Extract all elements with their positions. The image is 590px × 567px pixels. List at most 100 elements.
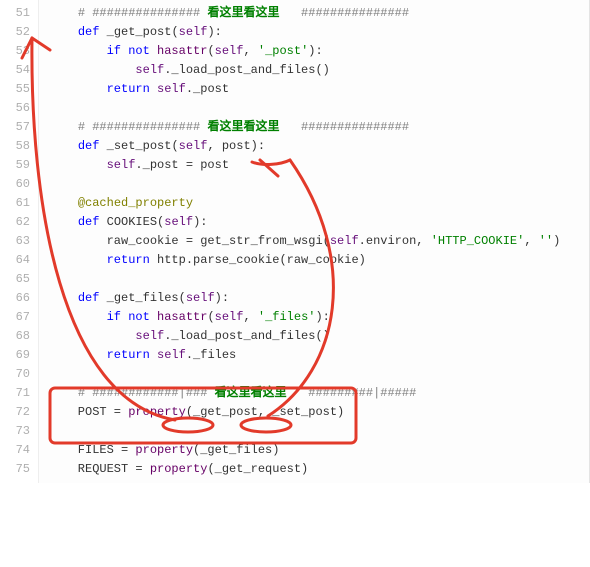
token: property [135, 443, 193, 457]
token: (_get_post, _set_post) [186, 405, 344, 419]
token: , post): [207, 139, 265, 153]
token: ): [207, 25, 221, 39]
line-number-gutter: 5152535455565758596061626364656667686970… [0, 0, 39, 483]
token: return [107, 82, 157, 96]
token: ( [207, 44, 214, 58]
line-number: 61 [6, 194, 30, 213]
token: (_get_files) [193, 443, 279, 457]
token [49, 120, 78, 134]
token [49, 215, 78, 229]
line-number: 51 [6, 4, 30, 23]
token: property [150, 462, 208, 476]
token: self [179, 139, 208, 153]
token: self [215, 44, 244, 58]
token [49, 196, 78, 210]
token: if not [107, 44, 157, 58]
token: property [128, 405, 186, 419]
code-line: FILES = property(_get_files) [49, 441, 589, 460]
token: _get_post [107, 25, 172, 39]
token: self [186, 291, 215, 305]
token [49, 329, 135, 343]
token: raw_cookie = get_str_from_wsgi( [49, 234, 330, 248]
token: '' [539, 234, 553, 248]
token: ): [215, 291, 229, 305]
token: ( [171, 139, 178, 153]
code-line: def _get_files(self): [49, 289, 589, 308]
code-line: @cached_property [49, 194, 589, 213]
line-number: 70 [6, 365, 30, 384]
token: ############### [279, 6, 409, 20]
token: ): [193, 215, 207, 229]
token: _set_post [107, 139, 172, 153]
token: self [157, 348, 186, 362]
token [49, 63, 135, 77]
token: hasattr [157, 44, 207, 58]
code-line [49, 270, 589, 289]
token: 'HTTP_COOKIE' [431, 234, 525, 248]
code-line: def COOKIES(self): [49, 213, 589, 232]
token: # ############### [78, 120, 208, 134]
token: # ############### [78, 6, 208, 20]
line-number: 64 [6, 251, 30, 270]
token: POST = [49, 405, 128, 419]
code-line: def _set_post(self, post): [49, 137, 589, 156]
token [49, 158, 107, 172]
line-number: 75 [6, 460, 30, 479]
token: ._load_post_and_files() [164, 329, 330, 343]
line-number: 63 [6, 232, 30, 251]
token: FILES = [49, 443, 135, 457]
token: http.parse_cookie(raw_cookie) [157, 253, 366, 267]
token: _get_files [107, 291, 179, 305]
line-number: 59 [6, 156, 30, 175]
token [49, 291, 78, 305]
line-number: 53 [6, 42, 30, 61]
token [49, 6, 78, 20]
token: ( [171, 25, 178, 39]
token: return [107, 253, 157, 267]
token: def [78, 25, 107, 39]
code-line [49, 175, 589, 194]
token: def [78, 139, 107, 153]
code-line: # ############|### 看这里看这里 #########|####… [49, 384, 589, 403]
code-line: return self._files [49, 346, 589, 365]
code-line: if not hasattr(self, '_files'): [49, 308, 589, 327]
line-number: 60 [6, 175, 30, 194]
code-line [49, 422, 589, 441]
code-line: self._post = post [49, 156, 589, 175]
token: ._post [186, 82, 229, 96]
line-number: 74 [6, 441, 30, 460]
token: ############### [279, 120, 409, 134]
token: hasattr [157, 310, 207, 324]
code-line: self._load_post_and_files() [49, 61, 589, 80]
token: def [78, 215, 107, 229]
line-number: 65 [6, 270, 30, 289]
token [49, 348, 107, 362]
line-number: 73 [6, 422, 30, 441]
token: , [243, 44, 257, 58]
token: #########|##### [287, 386, 417, 400]
code-line [49, 365, 589, 384]
token: self [330, 234, 359, 248]
token [49, 82, 107, 96]
line-number: 57 [6, 118, 30, 137]
token: self [107, 158, 136, 172]
token: REQUEST = [49, 462, 150, 476]
code-line: REQUEST = property(_get_request) [49, 460, 589, 479]
token: # ############|### [78, 386, 215, 400]
code-line: def _get_post(self): [49, 23, 589, 42]
token: if not [107, 310, 157, 324]
line-number: 58 [6, 137, 30, 156]
token: self [179, 25, 208, 39]
line-number: 62 [6, 213, 30, 232]
code-line: raw_cookie = get_str_from_wsgi(self.envi… [49, 232, 589, 251]
token: self [215, 310, 244, 324]
token: ): [315, 310, 329, 324]
token: self [157, 82, 186, 96]
token: ( [207, 310, 214, 324]
token: 看这里看这里 [207, 120, 279, 134]
code-block: 5152535455565758596061626364656667686970… [0, 0, 590, 483]
token: @cached_property [78, 196, 193, 210]
line-number: 66 [6, 289, 30, 308]
code-line: return http.parse_cookie(raw_cookie) [49, 251, 589, 270]
code-line: return self._post [49, 80, 589, 99]
